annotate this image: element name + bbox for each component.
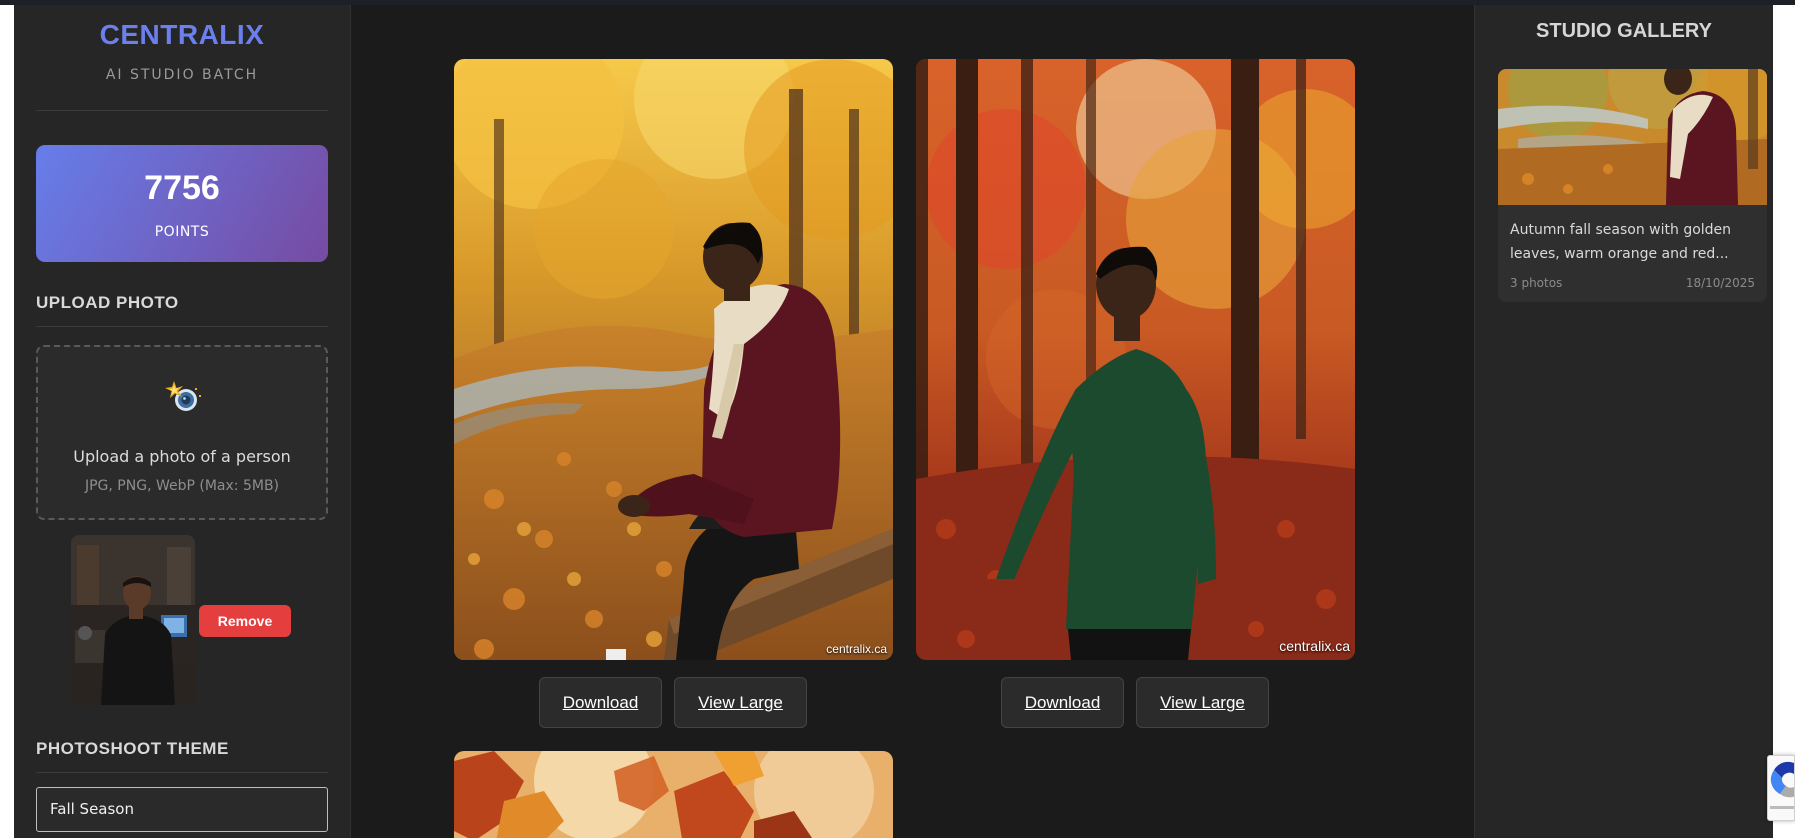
points-card: 7756 POINTS [36, 145, 328, 262]
remove-photo-button[interactable]: Remove [199, 605, 291, 637]
upload-section-title: UPLOAD PHOTO [36, 293, 179, 312]
result-photo-1-image [454, 59, 893, 660]
points-label: POINTS [154, 224, 210, 240]
recaptcha-icon [1770, 761, 1794, 809]
watermark: centralix.ca [1279, 638, 1350, 654]
brand-subtitle: AI STUDIO BATCH [105, 67, 259, 83]
studio-gallery: STUDIO GALLERY Autumn fall season with g… [1474, 5, 1773, 838]
app-window: CENTRALIX AI STUDIO BATCH 7756 POINTS UP… [14, 5, 1773, 838]
gallery-item[interactable]: Autumn fall season with golden leaves, w… [1498, 69, 1767, 302]
camera-flash-icon [165, 381, 201, 411]
result-photo-1[interactable]: centralix.ca [454, 59, 893, 660]
watermark: centralix.ca [826, 642, 887, 656]
result-photo-3-image [454, 751, 893, 838]
divider [36, 326, 328, 327]
result-photo-2-image [916, 59, 1355, 660]
upload-dropzone[interactable]: Upload a photo of a person JPG, PNG, Web… [36, 345, 328, 520]
divider [36, 772, 328, 773]
upload-prompt: Upload a photo of a person [73, 447, 291, 466]
divider [36, 110, 328, 111]
gallery-item-description: Autumn fall season with golden leaves, w… [1510, 222, 1732, 262]
view-large-button[interactable]: View Large [674, 677, 807, 728]
view-large-button[interactable]: View Large [1136, 677, 1269, 728]
results-grid: centralix.ca centralix.ca Download View … [351, 5, 1474, 838]
gallery-item-date: 18/10/2025 [1685, 276, 1755, 290]
result-photo-3[interactable] [454, 751, 893, 838]
gallery-title: STUDIO GALLERY [1536, 20, 1712, 42]
sidebar: CENTRALIX AI STUDIO BATCH 7756 POINTS UP… [14, 5, 351, 838]
points-value: 7756 [144, 169, 220, 207]
download-button[interactable]: Download [1001, 677, 1124, 728]
gallery-item-count: 3 photos [1510, 276, 1563, 290]
uploaded-photo-image [71, 535, 195, 705]
theme-input[interactable]: Fall Season [36, 787, 328, 832]
gallery-item-thumbnail [1498, 69, 1767, 205]
theme-section-title: PHOTOSHOOT THEME [36, 739, 229, 758]
result-photo-2[interactable]: centralix.ca [916, 59, 1355, 660]
brand-logo: CENTRALIX [99, 19, 265, 50]
download-button[interactable]: Download [539, 677, 662, 728]
uploaded-photo-thumbnail [71, 535, 195, 705]
recaptcha-badge[interactable] [1767, 755, 1795, 821]
upload-hint: JPG, PNG, WebP (Max: 5MB) [84, 478, 280, 494]
